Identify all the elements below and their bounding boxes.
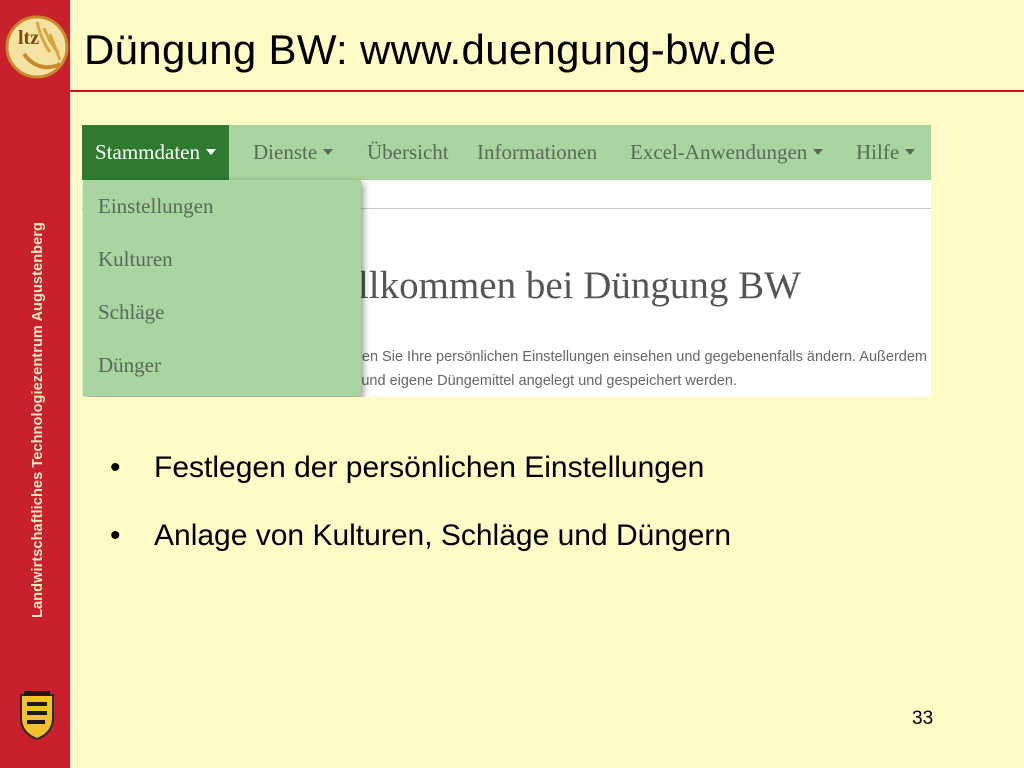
intro-line-1: Hier können Sie Ihre persönlichen Einste… — [299, 349, 927, 365]
nav-item-excel-anwendungen[interactable]: Excel-Anwendungen — [617, 125, 836, 180]
nav-label: Dienste — [253, 140, 318, 164]
welcome-heading: Willkommen bei Düngung BW — [311, 264, 801, 307]
dropdown-item-schlaege[interactable]: Schläge — [98, 300, 164, 325]
caret-down-icon — [323, 149, 334, 156]
bullet-item: Festlegen der persönlichen Einstellungen — [110, 448, 731, 516]
navbar: Stammdaten Dienste Übersicht Information… — [82, 125, 931, 180]
nav-label: Excel-Anwendungen — [630, 140, 808, 164]
dropdown-item-kulturen[interactable]: Kulturen — [98, 247, 173, 272]
website-screenshot: Stammdaten Dienste Übersicht Information… — [82, 125, 931, 397]
nav-label: Stammdaten — [95, 140, 200, 164]
nav-item-hilfe[interactable]: Hilfe — [843, 125, 928, 180]
nav-label: Übersicht — [367, 140, 449, 164]
caret-down-icon — [813, 149, 824, 156]
stammdaten-dropdown-menu: Einstellungen Kulturen Schläge Dünger — [83, 180, 361, 396]
nav-label: Informationen — [477, 140, 598, 164]
logo-text: ltz — [18, 27, 39, 49]
slide-title: Düngung BW: www.duengung-bw.de — [84, 26, 777, 73]
nav-label: Hilfe — [856, 140, 900, 164]
page-number: 33 — [912, 708, 934, 729]
nav-item-stammdaten[interactable]: Stammdaten — [82, 125, 229, 180]
bullet-item: Anlage von Kulturen, Schläge und Düngern — [110, 516, 731, 584]
institution-name: Landwirtschaftliches Technologiezentrum … — [30, 222, 46, 618]
coat-of-arms-icon — [20, 691, 54, 740]
nav-item-uebersicht[interactable]: Übersicht — [354, 125, 462, 180]
title-divider — [70, 90, 1024, 92]
bullet-list: Festlegen der persönlichen Einstellungen… — [110, 448, 731, 584]
nav-item-informationen[interactable]: Informationen — [464, 125, 610, 180]
dropdown-item-duenger[interactable]: Dünger — [98, 353, 161, 378]
dropdown-item-einstellungen[interactable]: Einstellungen — [98, 194, 213, 219]
ltz-logo-icon: ltz — [5, 15, 69, 79]
caret-down-icon — [205, 149, 216, 156]
nav-item-dienste[interactable]: Dienste — [240, 125, 346, 180]
caret-down-icon — [905, 149, 916, 156]
sidebar: ltz Landwirtschaftliches Technologiezent… — [0, 0, 70, 768]
